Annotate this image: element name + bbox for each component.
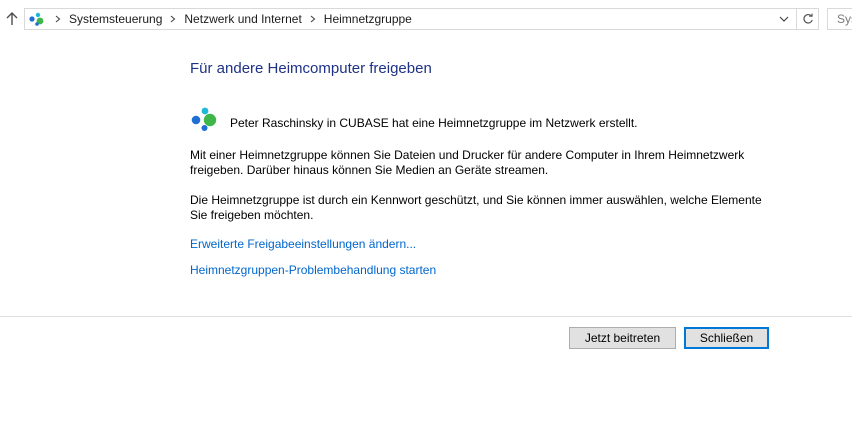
breadcrumb-netzwerk-und-internet[interactable]: Netzwerk und Internet [180, 12, 305, 26]
divider [0, 316, 852, 317]
breadcrumb: Systemsteuerung Netzwerk und Internet He… [51, 9, 416, 29]
refresh-icon[interactable] [796, 9, 818, 29]
navigation-bar: Systemsteuerung Netzwerk und Internet He… [0, 0, 852, 38]
homegroup-icon [190, 106, 220, 132]
join-now-button[interactable]: Jetzt beitreten [569, 327, 676, 349]
address-bar[interactable]: Systemsteuerung Netzwerk und Internet He… [24, 8, 819, 30]
close-button[interactable]: Schließen [684, 327, 769, 349]
chevron-down-icon[interactable] [776, 9, 792, 29]
page-title: Für andere Heimcomputer freigeben [190, 60, 432, 77]
breadcrumb-heimnetzgruppe[interactable]: Heimnetzgruppe [320, 12, 416, 26]
breadcrumb-systemsteuerung[interactable]: Systemsteuerung [65, 12, 166, 26]
homegroup-icon [28, 11, 46, 27]
chevron-right-icon[interactable] [166, 9, 180, 29]
advanced-sharing-link[interactable]: Erweiterte Freigabeeinstellungen ändern.… [190, 237, 416, 251]
up-arrow-icon[interactable] [4, 10, 20, 28]
chevron-right-icon[interactable] [306, 9, 320, 29]
chevron-right-icon[interactable] [51, 9, 65, 29]
description-paragraph: Mit einer Heimnetzgruppe können Sie Date… [190, 148, 745, 177]
troubleshoot-link[interactable]: Heimnetzgruppen-Problembehandlung starte… [190, 263, 436, 277]
password-paragraph: Die Heimnetzgruppe ist durch ein Kennwor… [190, 193, 762, 222]
homegroup-message: Peter Raschinsky in CUBASE hat eine Heim… [230, 116, 638, 130]
search-input[interactable]: Sys [827, 8, 852, 30]
